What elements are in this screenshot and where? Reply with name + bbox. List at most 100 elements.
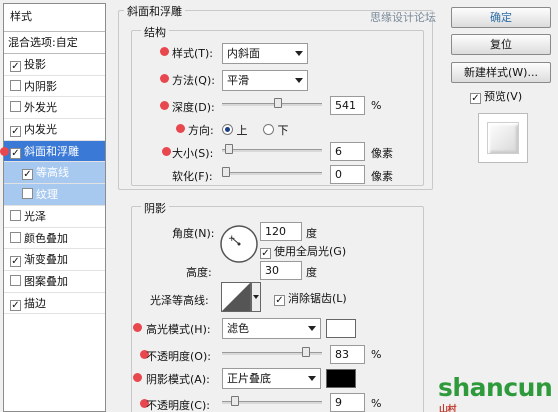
marker-dot bbox=[176, 124, 185, 133]
style-item[interactable]: ✓ 描边 bbox=[4, 293, 105, 315]
checkbox-unchecked-icon[interactable] bbox=[10, 209, 21, 221]
altitude-input[interactable]: 30 bbox=[260, 261, 302, 280]
gloss-contour-picker[interactable] bbox=[221, 282, 261, 312]
highlight-mode-value: 滤色 bbox=[227, 322, 249, 335]
style-item-label: 颜色叠加 bbox=[24, 231, 68, 245]
size-slider-track[interactable] bbox=[222, 149, 322, 152]
preview-thumbnail bbox=[478, 113, 528, 163]
highlight-color-swatch[interactable] bbox=[326, 319, 356, 338]
style-item[interactable]: ✓ 渐变叠加 bbox=[4, 249, 105, 271]
style-item[interactable]: ✓ 等高线 bbox=[4, 162, 105, 185]
svg-text:+: + bbox=[228, 234, 236, 244]
depth-slider-thumb[interactable] bbox=[273, 98, 282, 108]
highlight-opacity-label: 不透明度(O): bbox=[146, 350, 211, 363]
checkbox-unchecked-icon[interactable] bbox=[10, 101, 21, 113]
highlight-mode-label: 高光模式(H): bbox=[146, 323, 211, 336]
method-label: 方法(Q): bbox=[172, 74, 215, 87]
shadow-opacity-thumb[interactable] bbox=[230, 396, 239, 406]
marker-dot bbox=[133, 323, 142, 332]
soften-label: 软化(F): bbox=[172, 170, 213, 183]
watermark-brand: shancun 山村 bbox=[438, 373, 558, 412]
shadow-opacity-input[interactable]: 9 bbox=[330, 393, 365, 412]
highlight-mode-select[interactable]: 滤色 bbox=[222, 318, 321, 339]
style-item-label: 内阴影 bbox=[24, 79, 57, 93]
style-item[interactable]: 颜色叠加 bbox=[4, 228, 105, 250]
radio-off-icon bbox=[263, 124, 274, 135]
style-item[interactable]: 内阴影 bbox=[4, 76, 105, 98]
soften-input[interactable]: 0 bbox=[330, 165, 365, 184]
soften-slider-thumb[interactable] bbox=[222, 167, 230, 177]
checkbox-unchecked-icon[interactable] bbox=[10, 274, 21, 286]
direction-up-label: 上 bbox=[236, 124, 248, 137]
chevron-down-icon bbox=[295, 78, 303, 83]
method-select[interactable]: 平滑 bbox=[222, 70, 308, 91]
depth-label: 深度(D): bbox=[172, 101, 215, 114]
style-item-label: 内发光 bbox=[24, 123, 57, 137]
reset-button[interactable]: 复位 bbox=[451, 34, 551, 55]
bevel-section-title: 斜面和浮雕 bbox=[124, 3, 185, 19]
angle-input[interactable]: 120 bbox=[260, 222, 302, 241]
style-item-label: 图案叠加 bbox=[24, 274, 68, 288]
shadow-mode-select[interactable]: 正片叠底 bbox=[222, 368, 321, 389]
style-item[interactable]: 外发光 bbox=[4, 97, 105, 120]
watermark-top: 思缘设计论坛 bbox=[370, 11, 436, 24]
style-item-label: 外发光 bbox=[24, 101, 57, 115]
styles-list-panel: 样式 混合选项:自定 ✓ 投影 内阴影 外发光 ✓ 内发光 ✓ 斜面和浮雕 ✓ 等高线 纹理 光泽 颜色… bbox=[3, 3, 106, 412]
style-label: 样式(T): bbox=[172, 47, 214, 60]
checkbox-checked-icon[interactable]: ✓ bbox=[22, 169, 33, 181]
preview-label: 预览(V) bbox=[484, 90, 523, 103]
percent-unit: % bbox=[371, 348, 382, 361]
soften-unit: 像素 bbox=[371, 170, 393, 183]
size-slider-thumb[interactable] bbox=[224, 144, 233, 154]
ok-button[interactable]: 确定 bbox=[451, 7, 551, 28]
depth-unit: % bbox=[371, 99, 382, 112]
soften-slider-track[interactable] bbox=[222, 172, 322, 175]
global-light-checkbox[interactable]: ✓ 使用全局光(G) bbox=[260, 243, 346, 259]
anti-alias-label: 消除锯齿(L) bbox=[288, 292, 347, 305]
style-item-label: 等高线 bbox=[36, 166, 69, 180]
shadow-opacity-label: 不透明度(C): bbox=[146, 399, 210, 412]
style-item[interactable]: ✓ 斜面和浮雕 bbox=[4, 140, 105, 163]
structure-title: 结构 bbox=[141, 24, 169, 40]
blending-options-item[interactable]: 混合选项:自定 bbox=[4, 32, 105, 54]
chevron-down-icon bbox=[308, 326, 316, 331]
direction-up-radio[interactable]: 上 bbox=[222, 122, 248, 138]
new-style-button[interactable]: 新建样式(W)... bbox=[451, 62, 551, 83]
radio-on-icon bbox=[222, 124, 233, 135]
style-item[interactable]: 纹理 bbox=[4, 184, 105, 206]
styles-header[interactable]: 样式 bbox=[4, 4, 105, 32]
angle-dial[interactable]: + bbox=[219, 220, 259, 266]
style-item[interactable]: ✓ 投影 bbox=[4, 54, 105, 76]
highlight-opacity-input[interactable]: 83 bbox=[330, 345, 365, 364]
checkbox-unchecked-icon[interactable] bbox=[22, 188, 33, 200]
anti-alias-checkbox[interactable]: ✓ 消除锯齿(L) bbox=[274, 290, 347, 306]
gloss-contour-label: 光泽等高线: bbox=[150, 294, 209, 307]
checkbox-checked-icon[interactable]: ✓ bbox=[10, 126, 21, 138]
checkbox-checked-icon[interactable]: ✓ bbox=[10, 299, 21, 311]
direction-label: 方向: bbox=[188, 124, 214, 137]
style-select[interactable]: 内斜面 bbox=[222, 43, 308, 64]
checkbox-checked-icon[interactable]: ✓ bbox=[10, 256, 21, 268]
direction-down-radio[interactable]: 下 bbox=[263, 122, 289, 138]
watermark-brand-sub: 山村 bbox=[439, 405, 457, 412]
style-item-label: 描边 bbox=[24, 296, 46, 310]
highlight-opacity-thumb[interactable] bbox=[301, 347, 310, 357]
depth-input[interactable]: 541 bbox=[330, 96, 365, 115]
checkbox-unchecked-icon[interactable] bbox=[10, 79, 21, 91]
size-input[interactable]: 6 bbox=[330, 142, 365, 161]
style-item[interactable]: ✓ 内发光 bbox=[4, 119, 105, 141]
checkbox-checked-icon: ✓ bbox=[470, 93, 481, 104]
style-item[interactable]: 光泽 bbox=[4, 206, 105, 228]
checkbox-checked-icon[interactable]: ✓ bbox=[10, 61, 21, 72]
chevron-down-icon bbox=[308, 376, 316, 381]
method-select-value: 平滑 bbox=[227, 74, 249, 87]
checkbox-checked-icon[interactable]: ✓ bbox=[10, 147, 21, 159]
angle-unit: 度 bbox=[306, 227, 317, 240]
angle-label: 角度(N): bbox=[172, 227, 215, 240]
depth-slider-track[interactable] bbox=[222, 103, 322, 106]
altitude-unit: 度 bbox=[306, 266, 317, 279]
checkbox-unchecked-icon[interactable] bbox=[10, 231, 21, 243]
preview-checkbox[interactable]: ✓ 预览(V) bbox=[470, 88, 522, 104]
style-item[interactable]: 图案叠加 bbox=[4, 271, 105, 293]
shadow-color-swatch[interactable] bbox=[326, 369, 356, 388]
